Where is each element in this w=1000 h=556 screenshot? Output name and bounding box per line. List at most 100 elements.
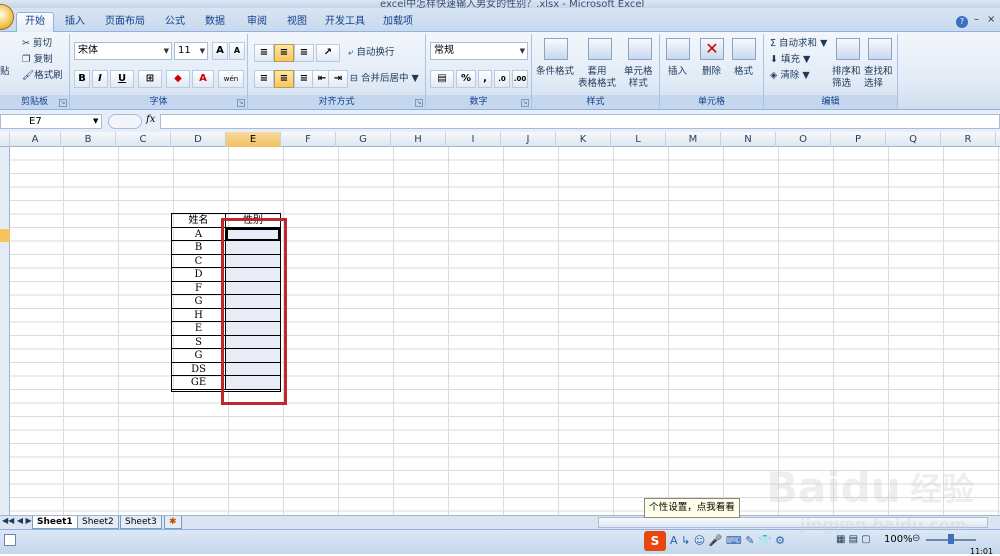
sort-filter-button[interactable]: 排序和 筛选 [832,66,861,90]
column-header-j[interactable]: J [501,132,556,147]
column-header-b[interactable]: B [61,132,116,147]
percent-button[interactable]: % [456,70,476,88]
align-center-button[interactable]: ≡ [274,70,294,88]
name-cell[interactable]: D [172,268,226,282]
align-bottom-button[interactable]: ≡ [294,44,314,62]
copy-button[interactable]: ❐ 复制 [22,54,53,66]
number-format-select[interactable]: 常规 ▼ [430,42,528,60]
column-header-g[interactable]: G [336,132,391,147]
name-cell[interactable]: G [172,349,226,363]
column-header-n[interactable]: N [721,132,776,147]
phonetic-button[interactable]: wén [218,70,244,88]
accounting-button[interactable]: ▤ [430,70,454,88]
cell-styles-button[interactable]: 单元格 样式 [624,66,653,90]
row-header-selected[interactable] [0,229,10,242]
formula-expand-handle[interactable] [108,114,142,129]
fx-icon[interactable]: fx [146,114,155,125]
column-header-e[interactable]: E [226,132,281,147]
decrease-decimal-button[interactable]: .00 [512,70,528,88]
font-name-select[interactable]: 宋体 ▼ [74,42,172,60]
paste-button[interactable]: 贴 [0,66,10,78]
underline-button[interactable]: U [110,70,134,88]
macro-record-icon[interactable] [4,534,16,546]
align-right-button[interactable]: ≡ [294,70,314,88]
dialog-launcher-icon[interactable]: ↘ [237,99,245,107]
column-header-r[interactable]: R [941,132,996,147]
office-button[interactable] [0,4,14,30]
column-header-o[interactable]: O [776,132,831,147]
zoom-slider-thumb[interactable] [948,534,954,544]
name-cell[interactable]: DS [172,362,226,376]
increase-decimal-button[interactable]: .0 [494,70,510,88]
formula-input[interactable] [160,114,1000,129]
header-name-cell[interactable]: 姓名 [172,214,226,228]
close-icon[interactable]: × [987,14,995,25]
name-cell[interactable]: A [172,227,226,241]
column-header-p[interactable]: P [831,132,886,147]
fill-color-button[interactable]: ◆ [166,70,190,88]
tab-data[interactable]: 数据 [198,14,232,32]
tab-view[interactable]: 视图 [280,14,314,32]
chevron-down-icon[interactable]: ▼ [93,115,98,128]
dialog-launcher-icon[interactable]: ↘ [59,99,67,107]
align-top-button[interactable]: ≡ [254,44,274,62]
cut-button[interactable]: ✂ 剪切 [22,38,52,50]
column-header-d[interactable]: D [171,132,226,147]
sheet-tab-2[interactable]: Sheet2 [77,516,119,529]
delete-cells-button[interactable]: 删除 [702,66,721,78]
name-cell[interactable]: E [172,322,226,336]
column-header-a[interactable]: A [10,132,61,147]
name-cell[interactable]: C [172,254,226,268]
sheet-tab-1[interactable]: Sheet1 [32,516,78,529]
italic-button[interactable]: I [92,70,108,88]
format-cells-button[interactable]: 格式 [734,66,753,78]
sheet-tab-3[interactable]: Sheet3 [120,516,162,529]
help-icon[interactable]: ? [956,16,968,28]
column-header-h[interactable]: H [391,132,446,147]
tab-page-layout[interactable]: 页面布局 [100,14,150,32]
tab-home[interactable]: 开始 [16,12,54,33]
zoom-out-icon[interactable]: ⊖ [912,533,920,544]
horizontal-scrollbar[interactable] [598,517,988,528]
find-select-button[interactable]: 查找和 选择 [864,66,893,90]
conditional-format-button[interactable]: 条件格式 [536,66,574,78]
shrink-font-button[interactable]: A [229,42,245,60]
dialog-launcher-icon[interactable]: ↘ [521,99,529,107]
name-cell[interactable]: G [172,295,226,309]
clear-button[interactable]: ◈ 清除 ▼ [770,70,810,82]
column-header-k[interactable]: K [556,132,611,147]
zoom-level[interactable]: 100% [884,534,913,545]
tab-formulas[interactable]: 公式 [158,14,192,32]
font-size-select[interactable]: 11 ▼ [174,42,208,60]
column-header-f[interactable]: F [281,132,336,147]
fill-button[interactable]: ⬇ 填充 ▼ [770,54,810,66]
tab-review[interactable]: 审阅 [240,14,274,32]
format-as-table-button[interactable]: 套用 表格格式 [578,66,616,90]
orientation-button[interactable]: ↗ [316,44,340,62]
name-cell[interactable]: F [172,281,226,295]
insert-cells-button[interactable]: 插入 [668,66,687,78]
column-header-i[interactable]: I [446,132,501,147]
ime-toolbar-icons[interactable]: A ↳ ☺ 🎤 ⌨ ✎ 👕 ⚙ [670,534,785,547]
column-header-q[interactable]: Q [886,132,941,147]
name-cell[interactable]: S [172,335,226,349]
align-left-button[interactable]: ≡ [254,70,274,88]
format-painter-button[interactable]: 🖌格式刷 [22,70,63,82]
column-header-m[interactable]: M [666,132,721,147]
view-mode-icons[interactable]: ▦ ▤ ▢ [836,534,871,545]
tab-developer[interactable]: 开发工具 [320,14,370,32]
align-middle-button[interactable]: ≡ [274,44,294,62]
tab-insert[interactable]: 插入 [58,14,92,32]
dialog-launcher-icon[interactable]: ↘ [415,99,423,107]
insert-sheet-icon[interactable]: ✱ [164,516,182,529]
column-header-l[interactable]: L [611,132,666,147]
name-box[interactable]: E7 ▼ [0,114,102,129]
tab-addins[interactable]: 加载项 [378,14,418,32]
sogou-ime-icon[interactable]: S [644,531,666,551]
name-cell[interactable]: H [172,308,226,322]
autosum-button[interactable]: Σ 自动求和 ▼ [770,38,827,50]
name-cell[interactable]: GE [172,376,226,390]
bold-button[interactable]: B [74,70,90,88]
worksheet-grid[interactable] [10,147,1000,515]
font-color-button[interactable]: A [192,70,214,88]
